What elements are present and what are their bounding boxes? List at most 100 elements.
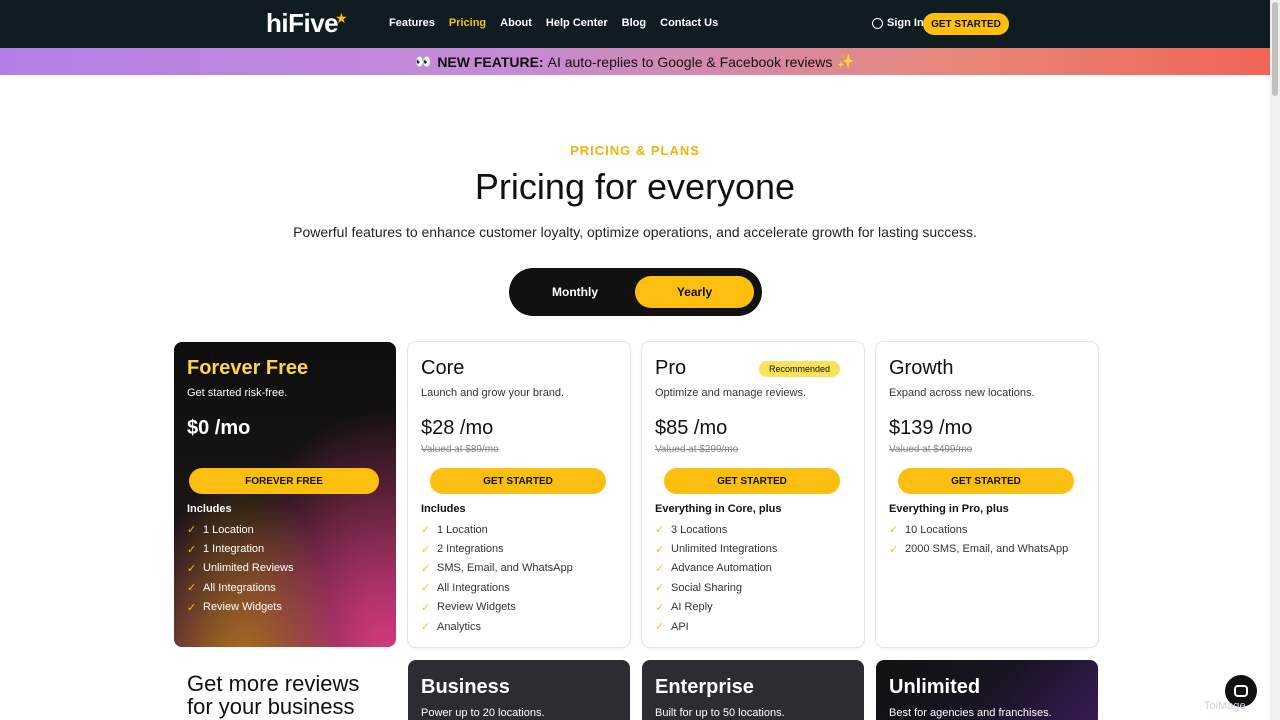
list-item: ✓ AI Reply	[655, 601, 713, 614]
nav-blog[interactable]: Blog	[622, 17, 646, 29]
plan-desc: Get started risk-free.	[187, 387, 288, 399]
plan-card-growth: Growth Expand across new locations. $139…	[876, 342, 1098, 647]
plan-includes: Includes	[421, 503, 466, 515]
list-item: ✓ All Integrations	[421, 581, 510, 595]
billing-toggle: Monthly Yearly	[509, 268, 762, 316]
plan-price: $139 /mo	[889, 417, 973, 439]
list-item: ✓ API	[655, 620, 689, 634]
plan-price: $85 /mo	[655, 417, 728, 439]
monthly-option[interactable]: Monthly	[517, 276, 633, 308]
sign-in-link[interactable]: Sign In	[872, 17, 924, 29]
more-reviews-heading: Get more reviews for your business	[187, 671, 360, 719]
check-icon: ✓	[655, 543, 665, 556]
check-icon: ✓	[421, 601, 431, 614]
yearly-option[interactable]: Yearly	[635, 276, 754, 308]
page-scrollbar[interactable]	[1270, 0, 1280, 720]
feature-banner[interactable]: 👀 NEW FEATURE: AI auto-replies to Google…	[0, 48, 1270, 75]
hifive-logo[interactable]: hiFive ★	[266, 8, 348, 39]
scrollbar-thumb[interactable]	[1272, 2, 1278, 96]
plan-price: $28 /mo	[421, 417, 494, 439]
list-item: ✓ Review Widgets	[421, 601, 516, 614]
check-icon: ✓	[889, 524, 899, 537]
check-icon: ✓	[421, 621, 431, 634]
plan-card-business: Business Power up to 20 locations.	[408, 660, 630, 720]
plan-name: Unlimited	[889, 676, 981, 698]
nav-pricing[interactable]: Pricing	[449, 17, 486, 29]
plan-desc: Expand across new locations.	[889, 387, 1035, 399]
check-icon: ✓	[187, 543, 197, 556]
check-icon: ✓	[421, 562, 431, 575]
list-item: ✓ 1 Integration	[187, 543, 265, 556]
plan-features: ✓ 1 Location ✓ 2 Integrations ✓ SMS, Email,…	[421, 520, 573, 636]
list-item: ✓ Social Sharing	[655, 581, 742, 595]
top-navbar: hiFive ★ Features Pricing About Help Cent…	[0, 0, 1270, 48]
plan-desc: Best for agencies and franchises.	[889, 707, 1052, 719]
check-icon: ✓	[889, 543, 899, 556]
growth-get-started-button[interactable]: GET STARTED	[898, 468, 1074, 494]
plan-features: ✓ 10 Locations ✓ 2000 SMS, Email, and What…	[889, 520, 1068, 559]
forever-free-button[interactable]: FOREVER FREE	[189, 468, 379, 494]
check-icon: ✓	[421, 582, 431, 595]
list-item: ✓ Unlimited Reviews	[187, 562, 294, 575]
plan-features: ✓ 3 Locations ✓ Unlimited Integrations ✓ Ad…	[655, 520, 777, 636]
plan-card-enterprise: Enterprise Built for up to 50 locations.	[642, 660, 864, 720]
list-item: ✓ SMS, Email, and WhatsApp	[421, 562, 573, 575]
plan-name: Business	[421, 676, 510, 698]
list-item: ✓ Advance Automation	[655, 562, 772, 575]
sign-in-label: Sign In	[887, 17, 924, 29]
nav-about[interactable]: About	[500, 17, 532, 29]
check-icon: ✓	[655, 562, 665, 575]
plan-desc: Power up to 20 locations.	[421, 707, 545, 719]
header-get-started-button[interactable]: GET STARTED	[923, 13, 1009, 35]
list-item: ✓ Analytics	[421, 620, 482, 634]
list-item: ✓ Review Widgets	[187, 601, 282, 614]
list-item: ✓ 1 Location	[421, 523, 488, 537]
list-item: ✓ 1 Location	[187, 523, 254, 537]
plan-valued-price: Valued at $499/mo	[889, 444, 973, 455]
plan-desc: Optimize and manage reviews.	[655, 387, 807, 399]
banner-text: AI auto-replies to Google & Facebook rev…	[547, 53, 833, 70]
list-item: ✓ Unlimited Integrations	[655, 543, 778, 556]
page-subtitle: Powerful features to enhance customer lo…	[293, 224, 977, 240]
list-item: ✓ All Integrations	[187, 581, 276, 595]
check-icon: ✓	[421, 524, 431, 537]
user-icon	[872, 17, 883, 29]
check-icon: ✓	[655, 621, 665, 634]
banner-label: NEW FEATURE:	[437, 53, 544, 70]
check-icon: ✓	[655, 524, 665, 537]
check-icon: ✓	[187, 601, 197, 614]
check-icon: ✓	[655, 601, 665, 614]
nav-help-center[interactable]: Help Center	[546, 17, 608, 29]
list-item: ✓ 2000 SMS, Email, and WhatsApp	[889, 543, 1069, 556]
list-item: ✓ 2 Integrations	[421, 543, 504, 556]
star-icon: ★	[335, 10, 348, 26]
recommended-badge: Recommended	[759, 361, 841, 377]
check-icon: ✓	[421, 543, 431, 556]
plan-card-unlimited: Unlimited Best for agencies and franchis…	[876, 660, 1098, 720]
pro-get-started-button[interactable]: GET STARTED	[664, 468, 840, 494]
plan-includes: Everything in Pro, plus	[889, 503, 1009, 515]
list-item: ✓ 3 Locations	[655, 523, 728, 537]
plan-valued-price: Valued at $299/mo	[655, 444, 739, 455]
nav-contact-us[interactable]: Contact Us	[660, 17, 718, 29]
plan-desc: Launch and grow your brand.	[421, 387, 565, 399]
eyes-icon: 👀	[415, 53, 432, 69]
watermark: ToiMage	[1204, 700, 1246, 712]
plan-desc: Built for up to 50 locations.	[655, 707, 785, 719]
nav-features[interactable]: Features	[389, 17, 435, 29]
plan-features: ✓ 1 Location ✓ 1 Integration ✓ Unlimited Re…	[187, 520, 293, 617]
plan-name: Core	[421, 357, 465, 379]
plan-card-core: Core Launch and grow your brand. $28 /mo…	[408, 342, 630, 647]
sparkle-icon: ✨	[837, 53, 855, 69]
check-icon: ✓	[655, 582, 665, 595]
core-get-started-button[interactable]: GET STARTED	[430, 468, 606, 494]
plan-name: Forever Free	[187, 357, 309, 379]
plan-includes: Includes	[187, 503, 232, 515]
plan-valued-price: Valued at $89/mo	[421, 444, 499, 455]
plan-card-forever-free: Forever Free Get started risk-free. $0 /…	[174, 342, 396, 647]
plan-price: $0 /mo	[187, 417, 251, 439]
plan-name: Enterprise	[655, 676, 754, 698]
chat-icon	[1234, 685, 1248, 697]
page-title: Pricing for everyone	[474, 166, 796, 207]
plan-name: Growth	[889, 357, 954, 379]
